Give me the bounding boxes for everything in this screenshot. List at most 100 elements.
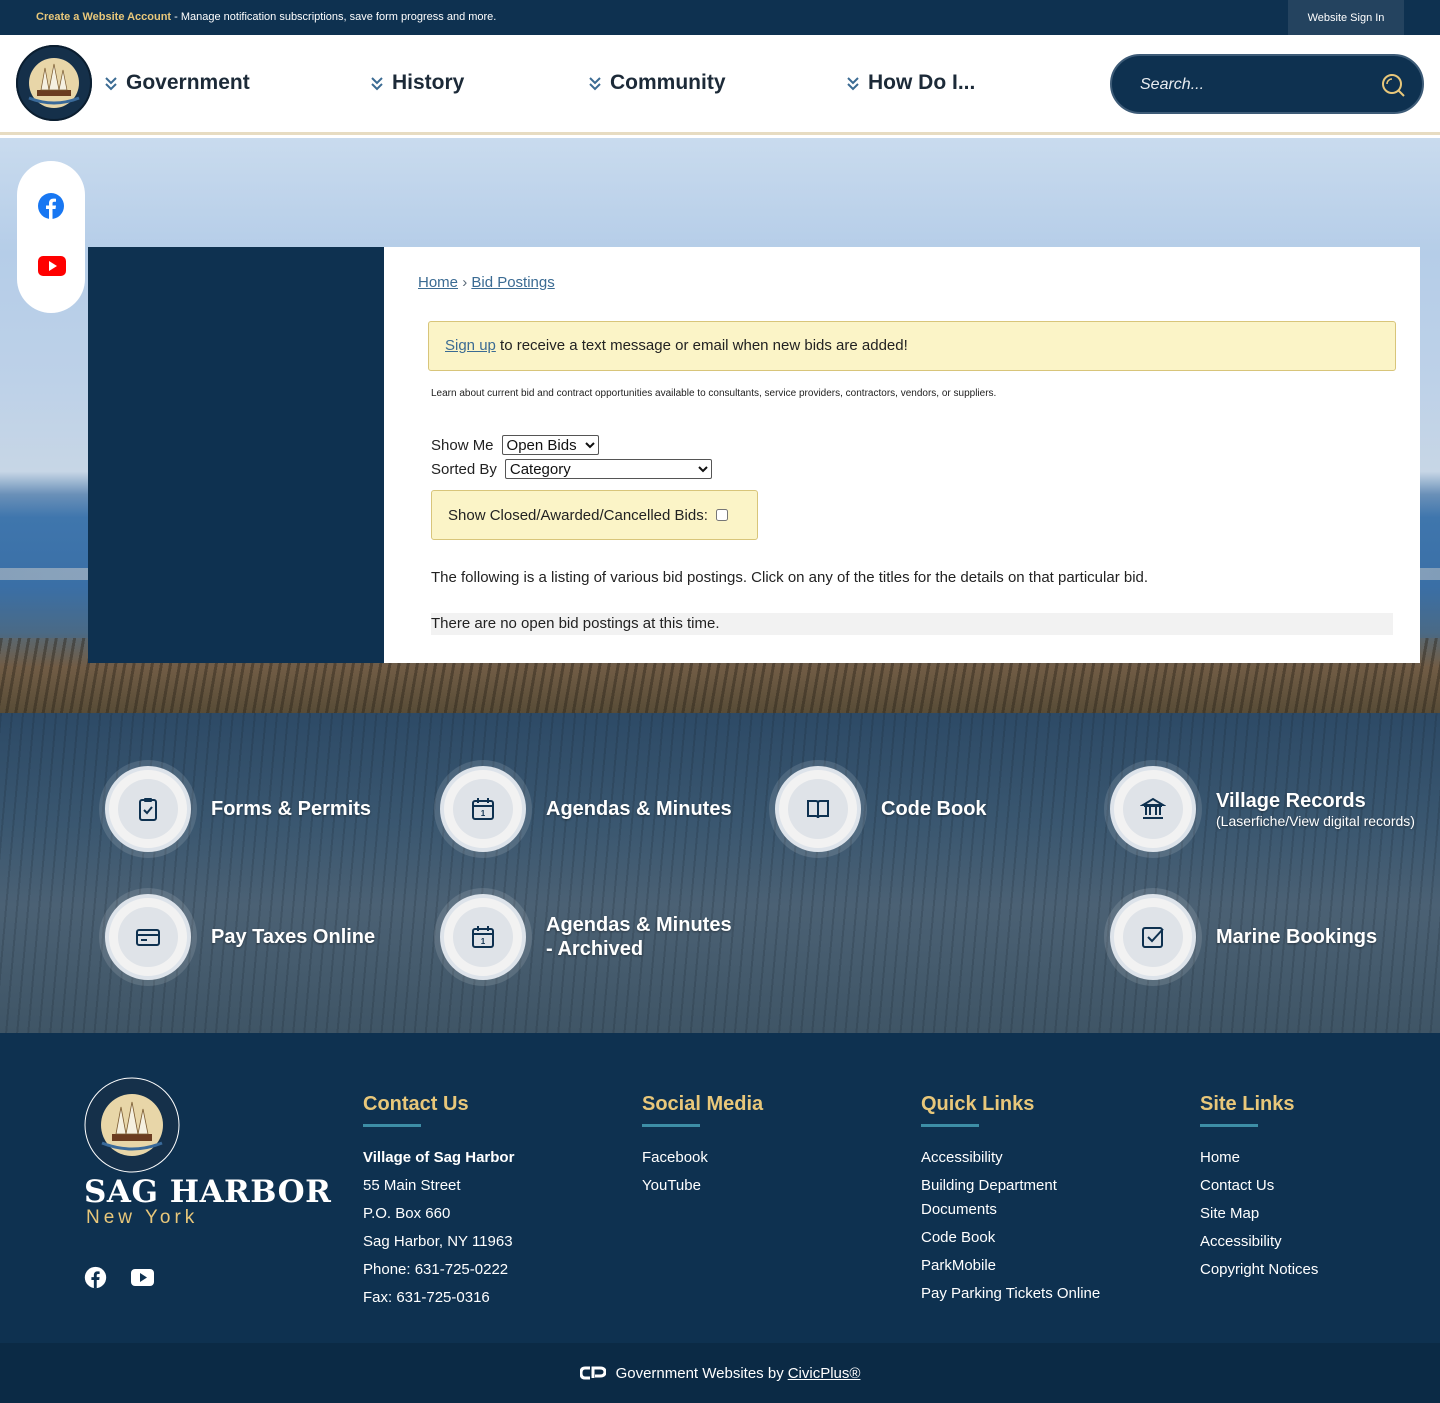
footer-link-home[interactable]: Home (1200, 1146, 1318, 1170)
breadcrumb-home[interactable]: Home (418, 274, 458, 291)
footer-link-accessibility[interactable]: Accessibility (921, 1146, 1151, 1170)
nav-label: Government (126, 71, 250, 94)
tile-label: Agendas & Minutes (546, 798, 732, 820)
facebook-icon[interactable] (84, 1266, 107, 1289)
nav-community[interactable]: Community (588, 71, 726, 95)
show-me-label: Show Me (431, 436, 494, 454)
quick-link-marine-bookings[interactable]: Marine Bookings (1110, 894, 1377, 980)
social-sidebar (17, 161, 85, 313)
sorted-by-select[interactable]: Category (504, 459, 712, 479)
tile-subtitle: (Laserfiche/View digital records) (1216, 812, 1415, 829)
tile-circle (105, 894, 191, 980)
closed-bids-checkbox[interactable] (715, 509, 728, 521)
chevron-down-icon (105, 77, 117, 91)
tile-label: Forms & Permits (211, 798, 372, 820)
quick-link-village-records[interactable]: Village Records (Laserfiche/View digital… (1110, 766, 1415, 852)
chevron-down-icon (371, 77, 383, 91)
svg-text:1: 1 (481, 937, 486, 946)
site-header: Government History Community How Do I... (0, 35, 1440, 135)
account-message: Create a Website Account - Manage notifi… (36, 11, 496, 23)
chevron-down-icon (847, 77, 859, 91)
footer-link-site-map[interactable]: Site Map (1200, 1202, 1318, 1226)
website-sign-in-button[interactable]: Website Sign In (1288, 0, 1404, 35)
book-icon (807, 800, 829, 819)
footer-link-accessibility[interactable]: Accessibility (1200, 1230, 1318, 1254)
create-account-link[interactable]: Create a Website Account (36, 11, 171, 23)
tile-label: Agendas & Minutes - Archived (546, 914, 732, 960)
utility-bar: Create a Website Account - Manage notifi… (0, 0, 1440, 35)
nav-label: How Do I... (868, 71, 976, 94)
footer-brand: SAG HARBOR (84, 1174, 332, 1210)
listing-description: The following is a listing of various bi… (431, 569, 1149, 586)
youtube-icon[interactable] (38, 256, 66, 278)
chevron-down-icon (589, 77, 601, 91)
copyright-text: Government Websites by (615, 1364, 784, 1382)
footer-link-contact-us[interactable]: Contact Us (1200, 1174, 1318, 1198)
youtube-icon[interactable] (131, 1269, 154, 1286)
quick-link-agendas-archived[interactable]: 1 Agendas & Minutes - Archived (440, 894, 736, 980)
tile-label: Village Records (Laserfiche/View digital… (1216, 789, 1415, 830)
contact-line: P.O. Box 660 (363, 1205, 451, 1222)
sorted-by-label: Sorted By (431, 460, 497, 478)
footer-site-links-title[interactable]: Site Links (1200, 1093, 1318, 1116)
tile-label: Pay Taxes Online (211, 926, 376, 948)
footer-link-pay-parking-tickets[interactable]: Pay Parking Tickets Online (921, 1282, 1151, 1306)
closed-bids-filter: Show Closed/Awarded/Cancelled Bids: (431, 490, 758, 540)
tile-circle (105, 766, 191, 852)
facebook-icon[interactable] (37, 192, 65, 220)
footer-contact-column: Contact Us Village of Sag Harbor 55 Main… (363, 1093, 514, 1314)
footer-link-code-book[interactable]: Code Book (921, 1226, 1151, 1250)
account-message-text: - Manage notification subscriptions, sav… (171, 11, 497, 23)
quick-link-pay-taxes[interactable]: Pay Taxes Online (105, 894, 375, 980)
copyright-bar: Government Websites by CivicPlus® (0, 1343, 1440, 1403)
contact-line: Village of Sag Harbor (363, 1149, 515, 1166)
contact-line: Phone: 631-725-0222 (363, 1261, 509, 1278)
village-seal-logo[interactable] (84, 1077, 180, 1173)
sign-up-link[interactable]: Sign up (445, 337, 496, 354)
nav-label: History (392, 71, 465, 94)
footer-brand-subtitle: New York (86, 1207, 199, 1228)
footer-link-youtube[interactable]: YouTube (642, 1174, 763, 1198)
calendar-icon: 1 (472, 926, 494, 948)
tile-label: Code Book (881, 798, 987, 820)
svg-text:1: 1 (481, 809, 486, 818)
notice-text: to receive a text message or email when … (495, 337, 908, 354)
footer-link-facebook[interactable]: Facebook (642, 1146, 763, 1170)
heading-underline (1200, 1124, 1258, 1127)
footer-site-links-column: Site Links Home Contact Us Site Map Acce… (1200, 1093, 1318, 1286)
quick-links-band (0, 713, 1440, 1033)
clipboard-icon (139, 798, 157, 821)
footer-link-building-documents[interactable]: Building Department Documents (921, 1174, 1091, 1222)
no-bids-message: There are no open bid postings at this t… (431, 613, 1393, 635)
nav-government[interactable]: Government (104, 71, 250, 95)
nav-how-do-i[interactable]: How Do I... (846, 71, 975, 95)
nav-label: Community (610, 71, 726, 94)
contact-line: 55 Main Street (363, 1177, 461, 1194)
breadcrumb: Home › Bid Postings (418, 274, 555, 291)
quick-link-code-book[interactable]: Code Book (775, 766, 987, 852)
show-me-select[interactable]: Open Bids (501, 435, 599, 455)
checkbox-icon (1142, 927, 1164, 948)
side-navigation-panel (88, 247, 384, 663)
civicplus-link[interactable]: CivicPlus® (788, 1365, 861, 1382)
intro-text: Learn about current bid and contract opp… (431, 388, 997, 399)
heading-underline (363, 1124, 421, 1127)
nav-history[interactable]: History (370, 71, 464, 95)
village-seal-logo[interactable] (15, 44, 93, 122)
quick-link-forms-permits[interactable]: Forms & Permits (105, 766, 371, 852)
search-icon[interactable] (1380, 72, 1406, 98)
footer-link-copyright-notices[interactable]: Copyright Notices (1200, 1258, 1318, 1282)
search-input[interactable] (1140, 72, 1360, 98)
breadcrumb-bid-postings[interactable]: Bid Postings (471, 274, 554, 291)
closed-bids-label: Show Closed/Awarded/Cancelled Bids: (448, 506, 708, 524)
breadcrumb-separator: › (462, 274, 468, 291)
footer-link-parkmobile[interactable]: ParkMobile (921, 1254, 1151, 1278)
footer-social-column: Social Media Facebook YouTube (642, 1093, 763, 1202)
tile-circle (1110, 894, 1196, 980)
footer-contact-title[interactable]: Contact Us (363, 1093, 514, 1116)
footer-quick-links-title[interactable]: Quick Links (921, 1093, 1151, 1116)
quick-link-agendas-minutes[interactable]: 1 Agendas & Minutes (440, 766, 732, 852)
bid-filters: Show Me Open Bids Sorted By Category (431, 433, 712, 481)
footer-quick-links-column: Quick Links Accessibility Building Depar… (921, 1093, 1151, 1310)
search-box (1110, 54, 1424, 114)
